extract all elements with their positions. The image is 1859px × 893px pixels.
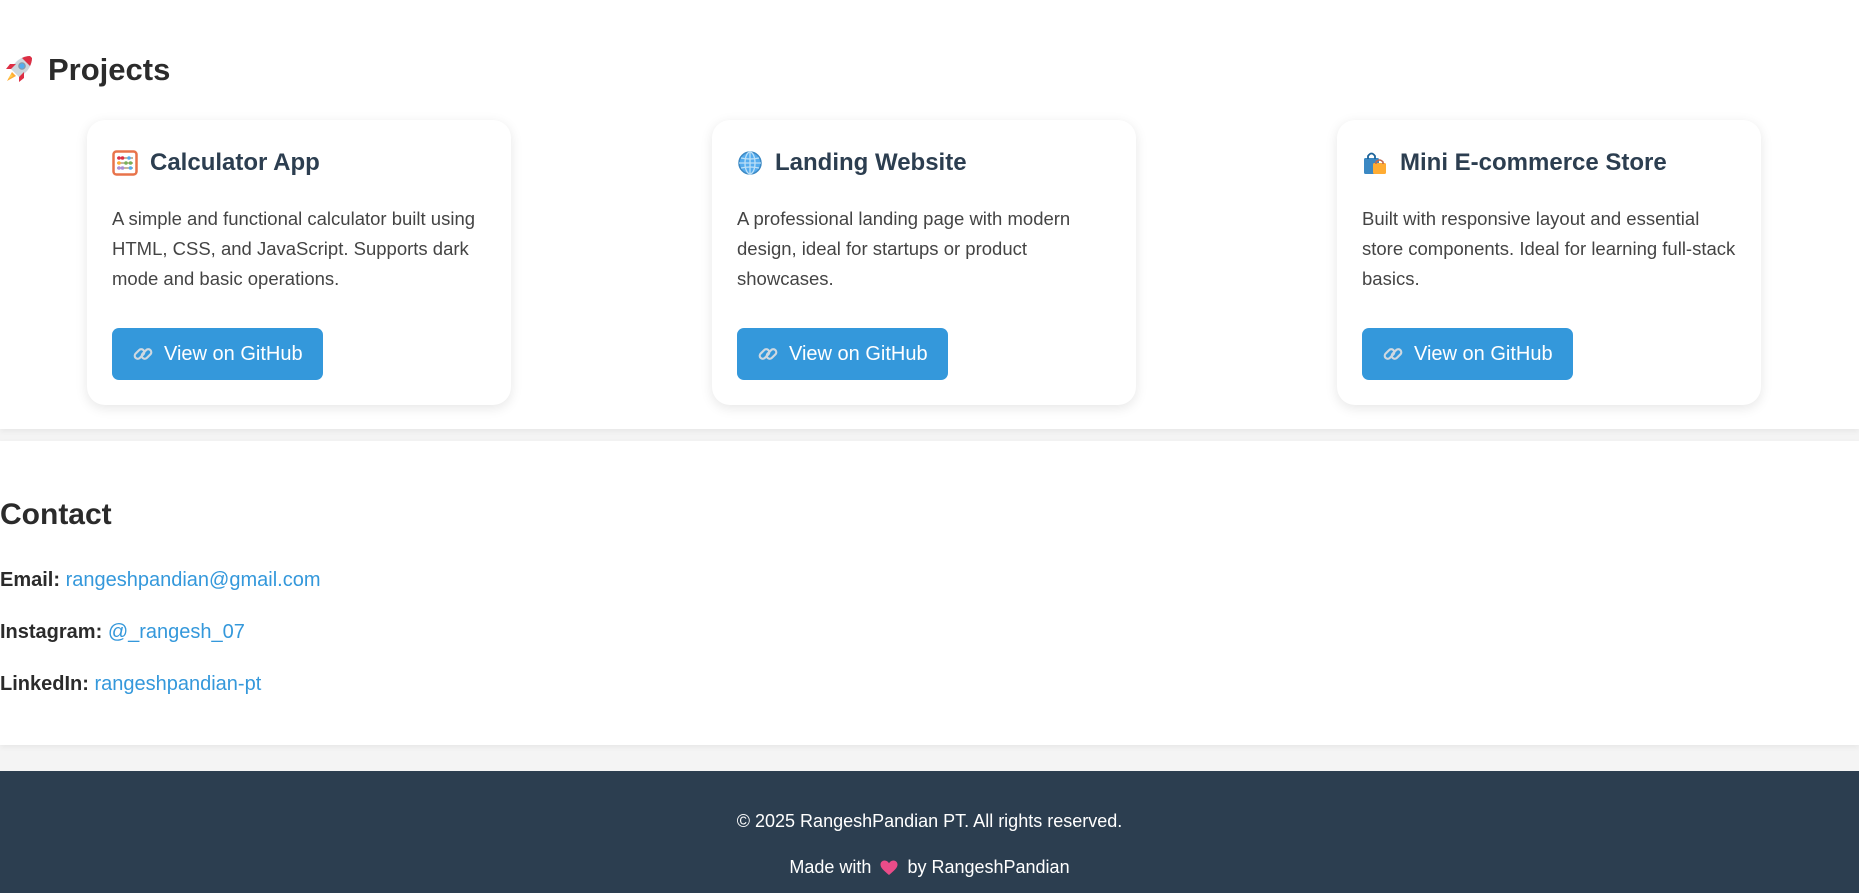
footer-copyright: © 2025 RangeshPandian PT. All rights res… [736, 811, 1123, 831]
contact-linkedin-row: LinkedIn: rangeshpandian-pt [0, 673, 261, 696]
card-title-text: Mini E-commerce Store [1400, 149, 1667, 176]
card-title-text: Calculator App [150, 149, 320, 176]
contact-section: Contact Email: rangeshpandian@gmail.com … [0, 441, 1859, 745]
contact-email-row: Email: rangeshpandian@gmail.com [0, 569, 321, 592]
view-on-github-button[interactable]: View on GitHub [737, 328, 948, 380]
by-author-text: by RangeshPandian [907, 857, 1070, 877]
heart-icon [879, 858, 899, 878]
contact-instagram-row: Instagram: @_rangesh_07 [0, 621, 245, 644]
project-card-calculator: Calculator App A simple and functional c… [87, 120, 511, 405]
abacus-icon [112, 150, 138, 176]
project-card-ecommerce: Mini E-commerce Store Built with respons… [1337, 120, 1761, 405]
view-on-github-button[interactable]: View on GitHub [1362, 328, 1573, 380]
projects-title: Projects [48, 52, 171, 87]
link-icon [132, 343, 154, 365]
link-icon [757, 343, 779, 365]
linkedin-link[interactable]: rangeshpandian-pt [94, 673, 261, 695]
projects-section: Projects Calculator App A simple and fun… [0, 0, 1859, 429]
contact-heading: Contact [0, 498, 112, 531]
projects-heading: Projects [0, 52, 170, 88]
email-link[interactable]: rangeshpandian@gmail.com [66, 569, 321, 591]
instagram-link[interactable]: @_rangesh_07 [108, 621, 245, 643]
card-description: A simple and functional calculator built… [112, 208, 476, 289]
project-card-landing: Landing Website A professional landing p… [712, 120, 1136, 405]
link-icon [1382, 343, 1404, 365]
card-description: Built with responsive layout and essenti… [1362, 208, 1736, 289]
shopping-bags-icon [1362, 150, 1388, 176]
globe-icon [737, 150, 763, 176]
instagram-label: Instagram: [0, 621, 103, 643]
button-label: View on GitHub [1414, 342, 1553, 365]
email-label: Email: [0, 569, 61, 591]
card-title: Mini E-commerce Store [1362, 148, 1736, 178]
card-title-text: Landing Website [775, 149, 967, 176]
made-with-text: Made with [789, 857, 872, 877]
footer-made-with: Made with by RangeshPandian [0, 857, 1859, 878]
button-label: View on GitHub [789, 342, 928, 365]
card-title: Calculator App [112, 148, 486, 178]
card-title: Landing Website [737, 148, 1111, 178]
linkedin-label: LinkedIn: [0, 673, 89, 695]
footer: © 2025 RangeshPandian PT. All rights res… [0, 771, 1859, 893]
button-label: View on GitHub [164, 342, 303, 365]
view-on-github-button[interactable]: View on GitHub [112, 328, 323, 380]
rocket-icon [0, 52, 36, 88]
card-description: A professional landing page with modern … [737, 208, 1071, 289]
